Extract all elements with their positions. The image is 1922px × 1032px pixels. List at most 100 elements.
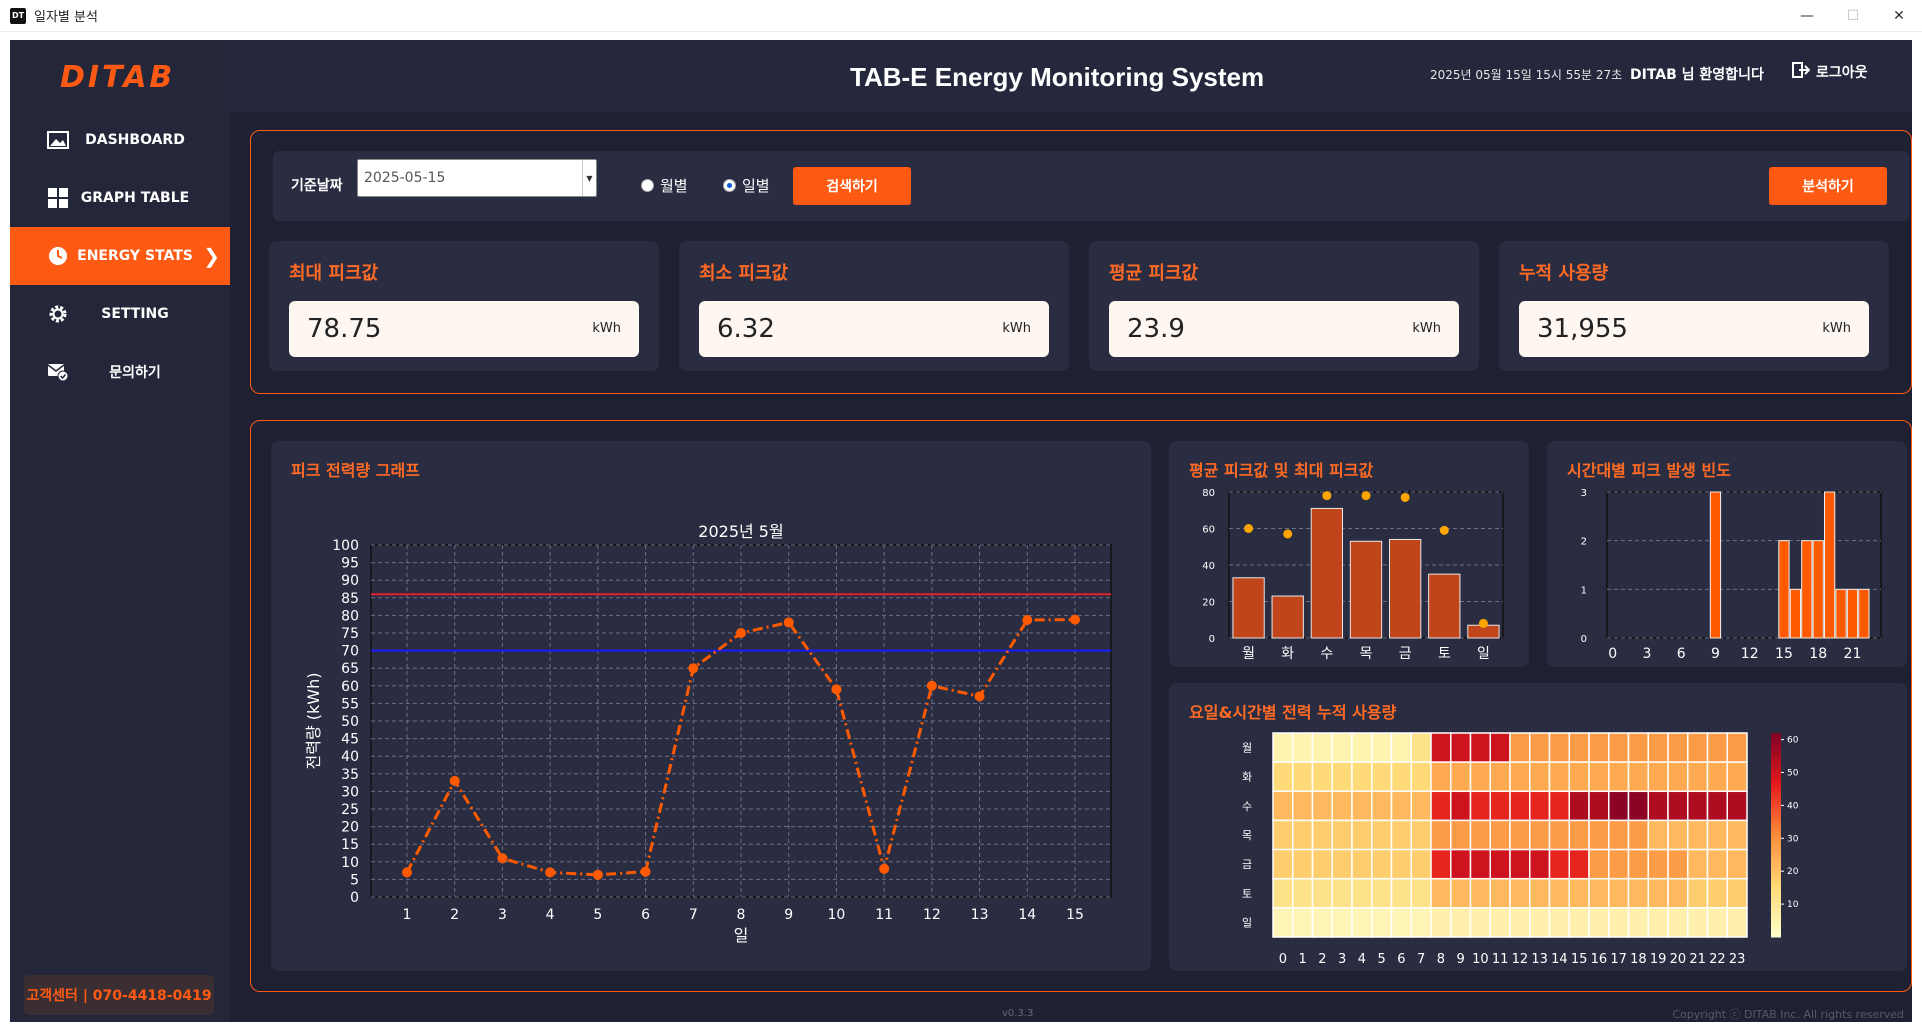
heatmap-cell: [1627, 877, 1649, 909]
x-tick-label: 12: [923, 907, 941, 923]
sidebar-item-dashboard[interactable]: DASHBOARD: [10, 111, 230, 169]
heatmap-cell: [1726, 790, 1748, 822]
heatmap-cell: [1331, 819, 1353, 851]
y-tick-label: 85: [341, 591, 359, 607]
heatmap-cell: [1647, 819, 1669, 851]
y-tick-label: 15: [341, 837, 359, 853]
col-label: 13: [1531, 952, 1548, 967]
max-dot: [1478, 618, 1488, 628]
radio-daily[interactable]: 일별: [723, 175, 770, 196]
x-tick-label: 3: [498, 907, 507, 923]
heatmap-cell: [1529, 907, 1551, 938]
heatmap-cell: [1726, 907, 1748, 938]
support-center[interactable]: 고객센터 | 070-4418-0419: [24, 975, 214, 1015]
heatmap-cell: [1390, 790, 1412, 822]
row-label: 일: [1242, 915, 1252, 929]
heatmap-cell: [1667, 819, 1689, 851]
heatmap-cell: [1706, 819, 1728, 851]
welcome-text: DITAB 님 환영합니다: [1630, 67, 1764, 83]
sidebar-item-setting[interactable]: SETTING: [10, 285, 230, 343]
colorbar-segment: [1771, 784, 1781, 788]
sidebar-item-contact[interactable]: 문의하기: [10, 343, 230, 401]
heatmap-cell: [1351, 819, 1373, 851]
y-tick-label: 2: [1581, 537, 1587, 548]
sidebar-item-graph-table[interactable]: GRAPH TABLE: [10, 169, 230, 227]
avg-max-card: 평균 피크값 및 최대 피크값 0 20 40 60 80 월 화 수 목 금 토 일: [1169, 441, 1529, 667]
heatmap-cell: [1430, 761, 1452, 793]
heatmap-cell: [1647, 761, 1669, 793]
colorbar-segment: [1771, 872, 1781, 877]
y-tick-label: 20: [341, 820, 359, 836]
radio-monthly[interactable]: 월별: [641, 175, 688, 196]
heatmap-cell: [1331, 848, 1353, 880]
heatmap-cell: [1469, 761, 1491, 793]
bar: [1789, 588, 1802, 639]
col-label: 22: [1709, 952, 1726, 967]
bar: [1271, 595, 1304, 639]
col-label: 5: [1377, 952, 1385, 967]
x-tick-label: 목: [1360, 646, 1373, 662]
heatmap-cell: [1272, 907, 1294, 938]
colorbar-segment: [1771, 746, 1781, 751]
heatmap-cell: [1489, 819, 1511, 851]
heatmap-cell: [1272, 790, 1294, 822]
colorbar-segment: [1771, 892, 1781, 897]
x-tick-label: 18: [1809, 646, 1827, 662]
minimize-button[interactable]: —: [1784, 0, 1830, 32]
x-tick-label: 3: [1642, 646, 1651, 662]
heatmap-cell: [1726, 819, 1748, 851]
date-picker[interactable]: 2025-05-15 ▼: [357, 159, 597, 197]
peak-graph-card: 피크 전력량 그래프 0 5 10 15 20 25 30 35 40 45 50 55 60 65 70 7…: [271, 441, 1151, 971]
maximize-button[interactable]: ☐: [1830, 0, 1876, 32]
dropdown-arrow-icon[interactable]: ▼: [582, 160, 596, 196]
colorbar-segment: [1771, 879, 1781, 884]
max-dot: [1322, 491, 1332, 501]
bar: [1349, 540, 1383, 639]
heatmap-cell: [1311, 877, 1333, 909]
colorbar-tick-label: 30: [1787, 834, 1799, 844]
col-label: 10: [1472, 952, 1489, 967]
window-titlebar: DT 일자별 분석 — ☐ ✕: [0, 0, 1922, 32]
heatmap-cell: [1450, 761, 1472, 793]
logout-button[interactable]: 로그아웃: [1792, 62, 1868, 82]
heatmap-cell: [1706, 877, 1728, 909]
hourly-freq-bar-chart: 01230 3 6 9 12 15 18 21: [1581, 488, 1882, 662]
window-controls: — ☐ ✕: [1784, 0, 1922, 32]
stat-value: 23.9: [1127, 314, 1185, 344]
data-point: [640, 866, 651, 877]
heatmap-cell: [1410, 848, 1432, 880]
heatmap-cell: [1509, 761, 1531, 793]
heatmap-cell: [1469, 790, 1491, 822]
colorbar-segment: [1771, 838, 1781, 843]
y-axis-label: 전력량 (kWh): [304, 673, 323, 770]
y-tick-label: 95: [341, 556, 359, 572]
sidebar-item-label: ENERGY STATS: [77, 248, 193, 264]
row-label: 금: [1242, 858, 1252, 871]
y-tick-label: 40: [341, 749, 359, 765]
stat-value: 6.32: [717, 314, 775, 344]
close-button[interactable]: ✕: [1876, 0, 1922, 32]
sidebar-item-energy-stats[interactable]: ENERGY STATS ❯: [10, 227, 230, 285]
heatmap-cell: [1390, 848, 1412, 880]
sidebar-item-label: SETTING: [101, 306, 169, 322]
row-label: 월: [1242, 742, 1252, 755]
heatmap-cell: [1588, 761, 1610, 793]
data-point: [402, 867, 412, 878]
heatmap-cell: [1706, 907, 1728, 938]
x-axis-label: 일: [734, 926, 749, 945]
stat-title: 평균 피크값: [1109, 263, 1199, 284]
heatmap-cell: [1687, 877, 1709, 909]
heatmap-cell: [1371, 877, 1393, 909]
analyze-button[interactable]: 분석하기: [1769, 167, 1887, 205]
heatmap-cell: [1627, 732, 1649, 763]
colorbar-segment: [1771, 906, 1781, 911]
search-button[interactable]: 검색하기: [793, 167, 911, 205]
heatmap-cell: [1568, 732, 1590, 763]
heatmap-cell: [1351, 877, 1373, 909]
heatmap-cell: [1608, 907, 1630, 938]
heatmap-cell: [1371, 732, 1393, 763]
heatmap-cell: [1706, 761, 1728, 793]
x-tick-label: 11: [875, 907, 893, 923]
heatmap-cell: [1588, 848, 1610, 880]
chart-title: 2025년 5월: [698, 522, 783, 541]
